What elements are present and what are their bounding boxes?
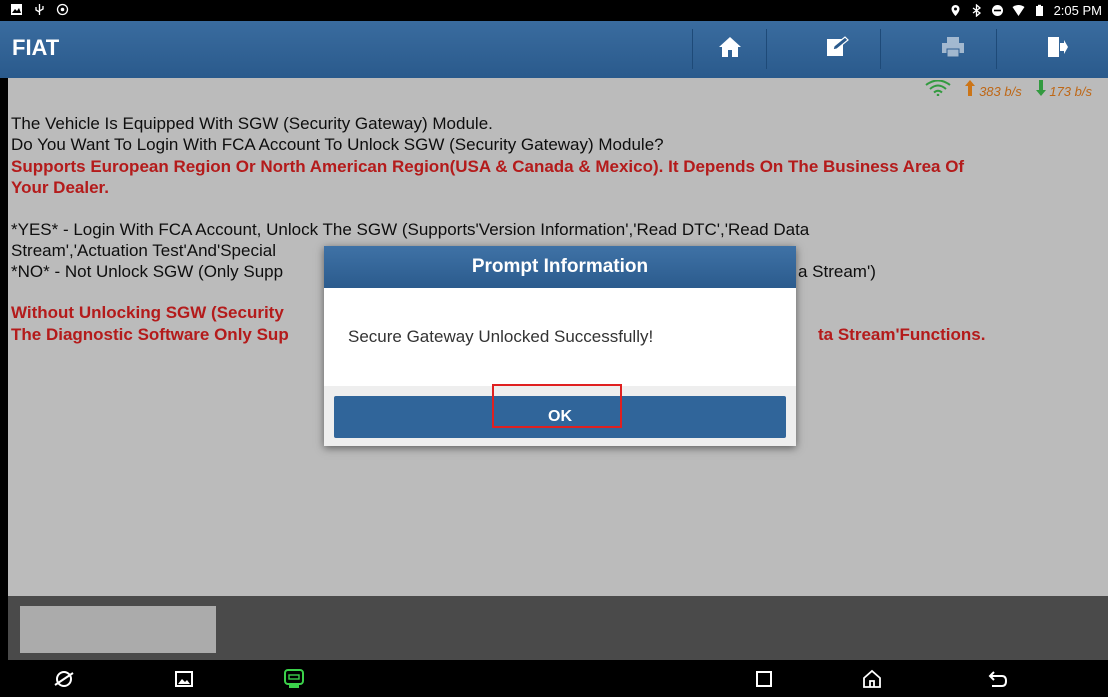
navigation-bar — [0, 660, 1108, 697]
dialog-message: Secure Gateway Unlocked Successfully! — [348, 327, 654, 346]
exit-button[interactable] — [1022, 21, 1092, 78]
wifi-status-icon — [1012, 4, 1025, 17]
battery-icon — [1033, 4, 1046, 17]
dialog-footer: OK — [324, 384, 796, 446]
home-nav-icon[interactable] — [860, 667, 884, 691]
edit-icon — [825, 36, 849, 63]
clock: 2:05 PM — [1053, 3, 1102, 18]
back-icon[interactable] — [986, 667, 1010, 691]
home-button[interactable] — [695, 21, 765, 78]
dnd-icon — [991, 4, 1004, 17]
dialog-title: Prompt Information — [324, 246, 796, 288]
prompt-dialog: Prompt Information Secure Gateway Unlock… — [324, 246, 796, 446]
toolbar-divider — [996, 29, 997, 69]
gallery-icon[interactable] — [172, 667, 196, 691]
status-bar: 2:05 PM — [0, 0, 1108, 21]
app-header: FIAT — [0, 21, 1108, 78]
toolbar-divider — [692, 29, 693, 69]
app-title: FIAT — [12, 35, 60, 60]
exit-icon — [1045, 36, 1069, 63]
vci-icon[interactable] — [282, 667, 306, 691]
browser-icon[interactable] — [52, 667, 76, 691]
toolbar-divider — [880, 29, 881, 69]
settings-notification-icon — [56, 3, 69, 16]
location-icon — [949, 4, 962, 17]
home-icon — [718, 36, 742, 63]
recents-icon[interactable] — [752, 667, 776, 691]
bluetooth-icon — [970, 3, 983, 18]
edit-button[interactable] — [802, 21, 872, 78]
print-button[interactable] — [918, 21, 988, 78]
print-icon — [941, 36, 965, 63]
ok-highlight-annotation — [492, 384, 622, 428]
image-notification-icon — [10, 3, 23, 16]
usb-icon — [33, 3, 46, 16]
toolbar-divider — [766, 29, 767, 69]
